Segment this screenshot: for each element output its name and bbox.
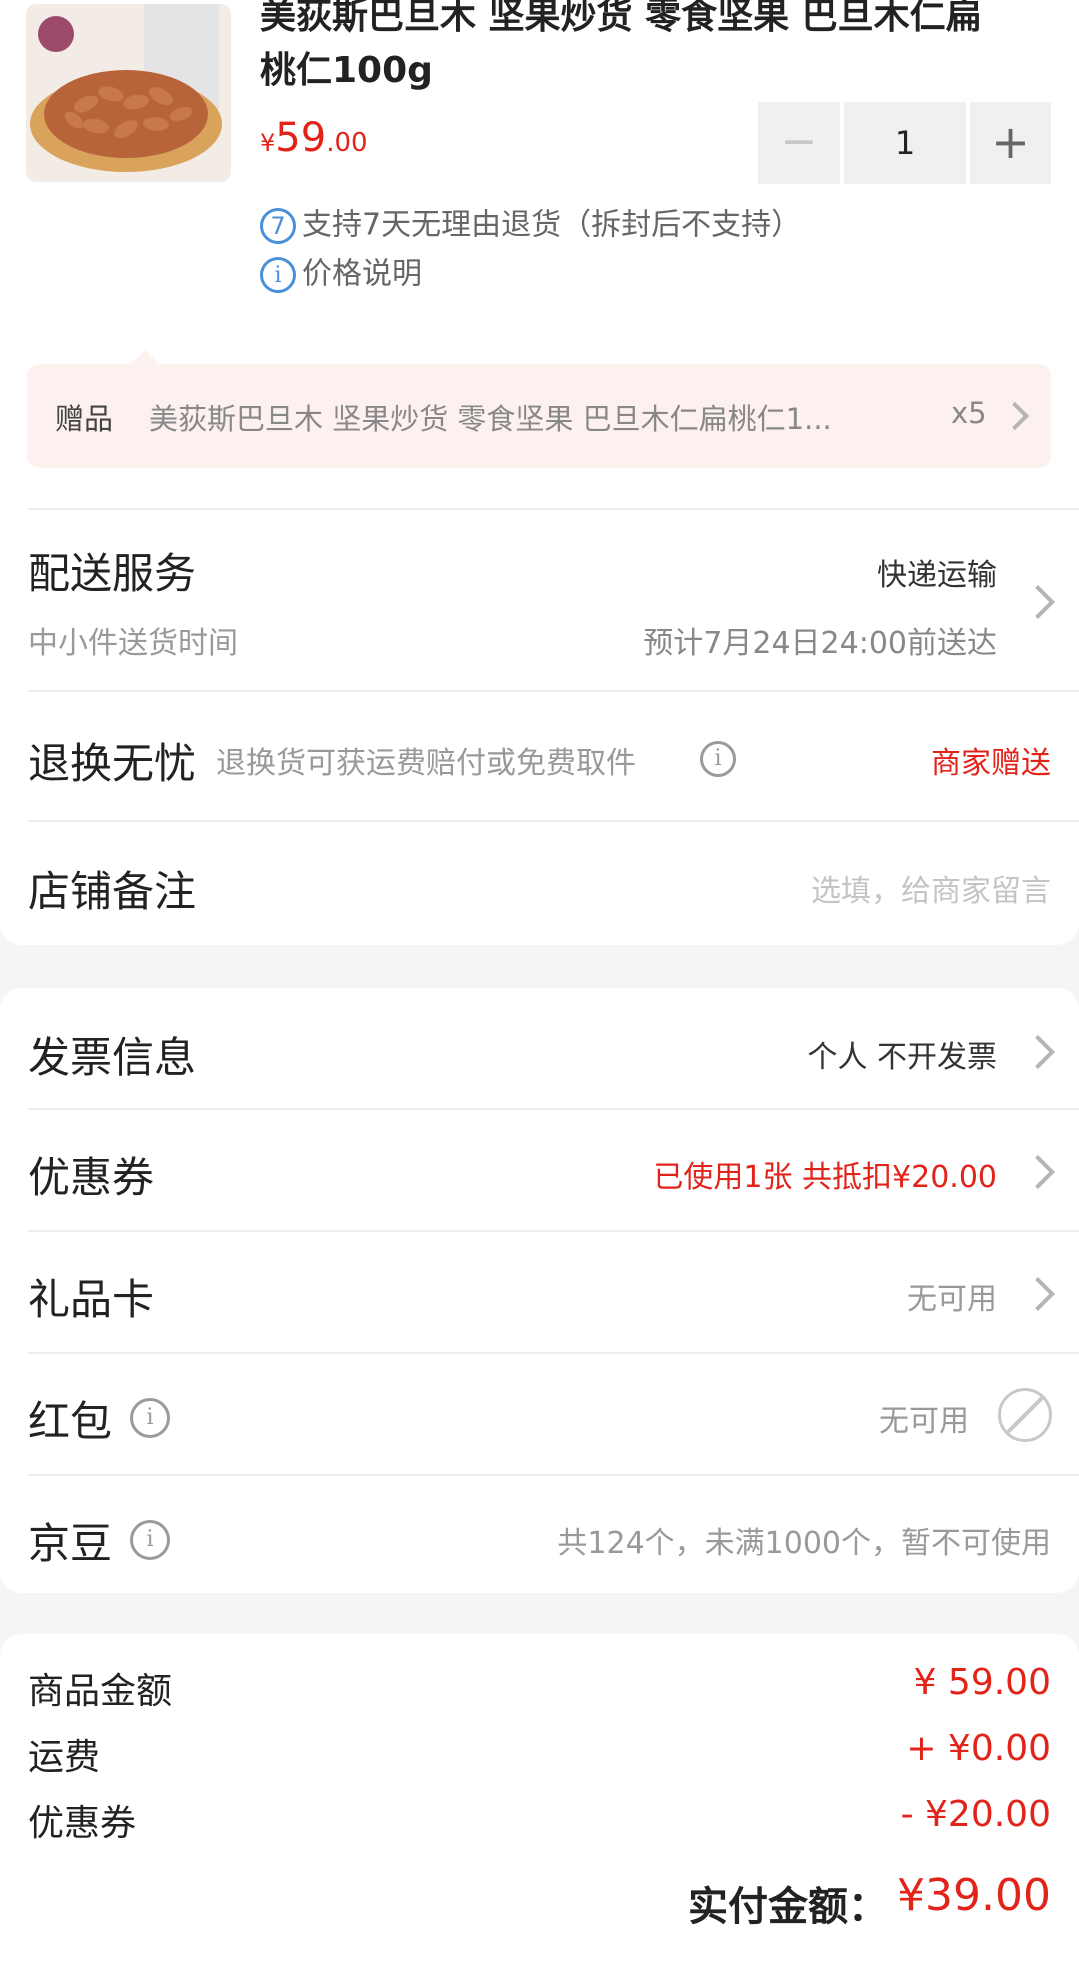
shipping-value: + ¥0.00 <box>906 1728 1051 1769</box>
giftcard-title: 礼品卡 <box>28 1275 155 1324</box>
price-note-text: 价格说明 <box>302 256 422 292</box>
price-currency: ¥ <box>260 129 276 157</box>
coupon-summary-value: - ¥20.00 <box>900 1794 1051 1835</box>
shipping-label: 运费 <box>28 1737 101 1778</box>
quantity-stepper: − 1 + <box>758 102 1051 184</box>
product-title-line2: 桃仁100g <box>260 50 433 91</box>
invoice-value: 个人 不开发票 <box>807 1040 997 1075</box>
giftcard-value: 无可用 <box>907 1282 997 1317</box>
price-note-row[interactable]: i 价格说明 <box>260 253 422 296</box>
return-service-row[interactable]: 退换无忧 退换货可获运费赔付或免费取件 i 商家赠送 <box>0 692 1079 820</box>
return-policy-text: 支持7天无理由退货（拆封后不支持） <box>302 207 802 243</box>
increase-button[interactable]: + <box>970 102 1051 184</box>
almond-bowl-icon <box>30 4 222 172</box>
jingdou-row[interactable]: 京豆 i 共124个，未满1000个，暂不可使用 <box>0 1476 1079 1591</box>
shop-note-input[interactable]: 选填，给商家留言 <box>811 866 1051 910</box>
chevron-right-icon <box>1021 1155 1055 1189</box>
quantity-input[interactable]: 1 <box>844 102 966 184</box>
redpacket-row[interactable]: 红包 i 无可用 <box>0 1354 1079 1474</box>
seven-day-icon: 7 <box>260 207 296 244</box>
delivery-subtitle: 中小件送货时间 <box>28 626 238 661</box>
return-service-desc: 退换货可获运费赔付或免费取件 <box>216 746 636 781</box>
coupon-summary-label: 优惠券 <box>28 1803 137 1844</box>
redpacket-value: 无可用 <box>879 1404 969 1439</box>
payment-options-card: 发票信息 个人 不开发票 优惠券 已使用1张 共抵扣¥20.00 礼品卡 无可用… <box>0 988 1079 1593</box>
delivery-title: 配送服务 <box>28 549 197 598</box>
info-icon[interactable]: i <box>700 741 736 777</box>
giftcard-row[interactable]: 礼品卡 无可用 <box>0 1232 1079 1352</box>
info-icon[interactable]: i <box>130 1520 170 1560</box>
gift-name: 美荻斯巴旦木 坚果炒货 零食坚果 巴旦木仁扁桃仁1... <box>149 402 832 436</box>
invoice-title: 发票信息 <box>28 1033 197 1082</box>
return-policy-row: 7 支持7天无理由退货（拆封后不支持） <box>260 204 801 247</box>
disabled-icon <box>998 1388 1052 1442</box>
return-service-status: 商家赠送 <box>931 746 1051 781</box>
delivery-eta: 预计7月24日24:00前送达 <box>643 626 997 661</box>
info-icon: i <box>260 256 296 293</box>
gift-row[interactable]: 赠品 美荻斯巴旦木 坚果炒货 零食坚果 巴旦木仁扁桃仁1... x5 <box>27 350 1051 468</box>
chevron-right-icon <box>1000 401 1030 431</box>
goods-amount-value: ¥ 59.00 <box>913 1662 1051 1703</box>
shop-note-row[interactable]: 店铺备注 选填，给商家留言 <box>0 822 1079 942</box>
info-icon[interactable]: i <box>130 1398 170 1438</box>
shop-note-title: 店铺备注 <box>28 867 197 916</box>
product-image[interactable] <box>26 4 231 182</box>
coupon-title: 优惠券 <box>28 1153 155 1202</box>
coupon-value: 已使用1张 共抵扣¥20.00 <box>653 1160 997 1195</box>
delivery-method: 快递运输 <box>877 558 997 593</box>
jingdou-value: 共124个，未满1000个，暂不可使用 <box>557 1526 1051 1561</box>
price-decimal: .00 <box>326 128 368 158</box>
price-integer: 59 <box>275 115 327 161</box>
gift-label: 赠品 <box>55 402 114 436</box>
order-summary-card: 商品金额 ¥ 59.00 运费 + ¥0.00 优惠券 - ¥20.00 实付金… <box>0 1634 1079 1964</box>
product-price: ¥59.00 <box>260 115 368 161</box>
coupon-row[interactable]: 优惠券 已使用1张 共抵扣¥20.00 <box>0 1110 1079 1230</box>
gift-count: x5 <box>951 396 987 430</box>
chevron-right-icon <box>1021 1277 1055 1311</box>
invoice-row[interactable]: 发票信息 个人 不开发票 <box>0 988 1079 1108</box>
goods-amount-label: 商品金额 <box>28 1671 173 1712</box>
chevron-right-icon <box>1021 1035 1055 1069</box>
order-item-card: 美荻斯巴旦木 坚果炒货 零食坚果 巴旦木仁扁 桃仁100g ¥59.00 − 1… <box>0 0 1079 945</box>
total-label: 实付金额： <box>688 1884 888 1930</box>
redpacket-title: 红包 <box>28 1397 113 1446</box>
product-title-line1: 美荻斯巴旦木 坚果炒货 零食坚果 巴旦木仁扁 <box>260 0 982 37</box>
chevron-right-icon <box>1021 585 1055 619</box>
jingdou-title: 京豆 <box>28 1519 113 1568</box>
gift-pointer <box>131 350 159 364</box>
product-title[interactable]: 美荻斯巴旦木 坚果炒货 零食坚果 巴旦木仁扁 桃仁100g <box>260 0 1060 98</box>
decrease-button[interactable]: − <box>758 102 840 184</box>
delivery-row[interactable]: 配送服务 快递运输 中小件送货时间 预计7月24日24:00前送达 <box>0 510 1079 670</box>
return-service-title: 退换无忧 <box>28 739 197 788</box>
total-value: ¥39.00 <box>897 1870 1051 1921</box>
